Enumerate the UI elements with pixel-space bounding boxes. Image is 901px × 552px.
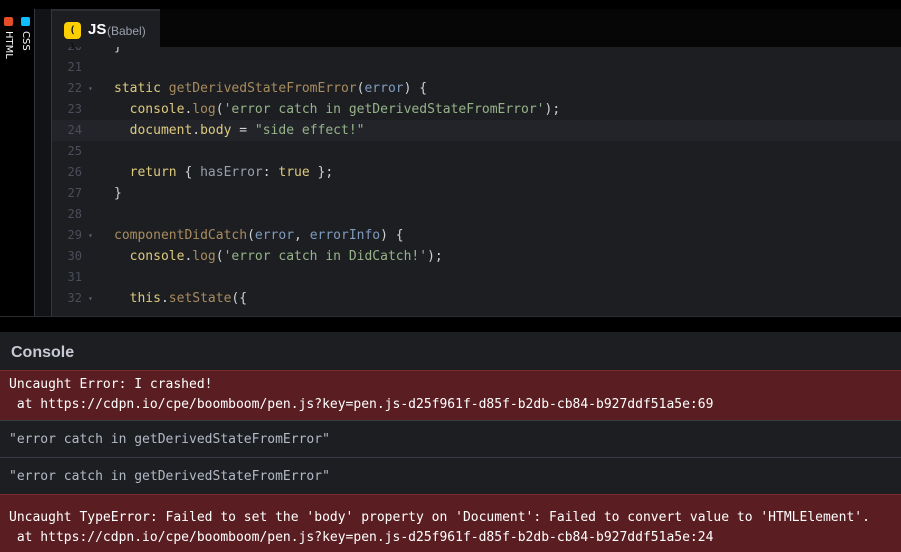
- param-token: error: [254, 228, 295, 243]
- string-token: 'error catch in DidCatch!': [223, 249, 428, 264]
- code-line[interactable]: 25: [52, 141, 901, 162]
- function-name-token: getDerivedStateFromError: [168, 81, 357, 96]
- code-line[interactable]: 24 document.body = "side effect!": [52, 120, 901, 141]
- string-token: "side effect!": [254, 123, 365, 138]
- method-token: log: [192, 102, 216, 117]
- line-number: 26: [67, 165, 82, 179]
- line-text: static getDerivedStateFromError(error) {: [114, 81, 428, 96]
- line-text: }: [114, 47, 122, 57]
- code-line[interactable]: 29 ▾ componentDidCatch(error, errorInfo) {: [52, 225, 901, 246]
- html-panel-tab[interactable]: HTML: [0, 9, 18, 316]
- param-token: errorInfo: [309, 228, 381, 243]
- identifier-token: console: [129, 249, 185, 264]
- line-number: 28: [67, 207, 82, 221]
- css-panel-tab[interactable]: CSS: [17, 9, 35, 316]
- html-icon: [4, 17, 13, 26]
- code-line[interactable]: 30 console.log('error catch in DidCatch!…: [52, 246, 901, 267]
- console-message: "error catch in getDerivedStateFromError…: [9, 469, 330, 484]
- code-line[interactable]: 27}: [52, 183, 901, 204]
- line-text: return { hasError: true };: [129, 165, 334, 180]
- method-token: setState: [168, 291, 232, 306]
- code-line[interactable]: 26 return { hasError: true };: [52, 162, 901, 183]
- console-error-entry: Uncaught Error: I crashed! at https://cd…: [0, 370, 901, 420]
- top-bar: [0, 0, 901, 9]
- line-text: }: [114, 183, 122, 204]
- identifier-token: console: [129, 102, 185, 117]
- console-log-entry: "error catch in getDerivedStateFromError…: [0, 457, 901, 494]
- line-text: componentDidCatch(error, errorInfo) {: [114, 228, 404, 243]
- param-token: error: [364, 81, 404, 96]
- js-tab-sublabel: (Babel): [107, 24, 146, 38]
- line-number: 25: [67, 144, 82, 158]
- line-number: 21: [67, 60, 82, 74]
- fold-arrow-icon[interactable]: ▾: [88, 225, 93, 246]
- code-token: }: [114, 47, 122, 54]
- console-stack-link[interactable]: at https://cdpn.io/cpe/boomboom/pen.js?k…: [9, 395, 892, 415]
- fold-arrow-icon[interactable]: ▾: [88, 288, 93, 309]
- console-panel: Console Uncaught Error: I crashed! at ht…: [0, 332, 901, 552]
- line-number: 24: [67, 123, 82, 137]
- keyword-token: static: [114, 81, 161, 96]
- line-number: 27: [67, 186, 82, 200]
- code-line[interactable]: 31: [52, 267, 901, 288]
- code-line[interactable]: 21: [52, 57, 901, 78]
- identifier-token: document: [129, 123, 193, 138]
- line-number: 20: [52, 47, 82, 57]
- collapsed-panels: HTML CSS: [0, 9, 52, 316]
- console-title: Console: [11, 344, 75, 361]
- code-line[interactable]: 22 ▾ static getDerivedStateFromError(error…: [52, 78, 901, 99]
- line-number: 23: [67, 102, 82, 116]
- property-token: body: [200, 123, 232, 138]
- line-text: console.log('error catch in getDerivedSt…: [129, 102, 561, 117]
- string-token: 'error catch in getDerivedStateFromError…: [223, 102, 545, 117]
- console-message: "error catch in getDerivedStateFromError…: [9, 432, 330, 447]
- js-tab[interactable]: ( ) JS (Babel): [52, 9, 160, 53]
- panel-resizer[interactable]: [35, 9, 52, 316]
- fold-arrow-icon[interactable]: ▾: [88, 78, 93, 99]
- line-number: 32: [67, 291, 82, 305]
- method-token: log: [192, 249, 216, 264]
- js-tab-label: JS: [88, 21, 107, 38]
- js-editor[interactable]: ( ) JS (Babel) 20} 21 22 ▾ static getDerived…: [52, 9, 901, 316]
- console-message: Uncaught Error: I crashed!: [9, 377, 213, 392]
- line-number: 30: [67, 249, 82, 263]
- code-line[interactable]: 20}: [52, 47, 901, 57]
- css-icon: [21, 17, 30, 26]
- line-number: 22: [67, 81, 82, 95]
- line-number: 31: [67, 270, 82, 284]
- code-area[interactable]: 20} 21 22 ▾ static getDerivedStateFromError(…: [52, 47, 901, 316]
- line-text: document.body = "side effect!": [129, 123, 365, 138]
- code-line[interactable]: 32 ▾ this.setState({: [52, 288, 901, 309]
- boolean-token: true: [278, 165, 310, 180]
- code-token: }: [114, 186, 122, 201]
- babel-js-icon: ( ): [64, 22, 81, 53]
- console-error-entry: Uncaught TypeError: Failed to set the 'b…: [0, 494, 901, 552]
- line-text: this.setState({: [129, 291, 248, 306]
- console-divider[interactable]: [0, 316, 901, 333]
- code-line[interactable]: 23 console.log('error catch in getDerive…: [52, 99, 901, 120]
- console-stack-link[interactable]: at https://cdpn.io/cpe/boomboom/pen.js?k…: [9, 528, 892, 548]
- keyword-token: return: [129, 165, 177, 180]
- console-log-entry: "error catch in getDerivedStateFromError…: [0, 420, 901, 457]
- property-token: hasError: [200, 165, 263, 180]
- line-number: 29: [67, 228, 82, 242]
- html-tab-label: HTML: [3, 31, 14, 59]
- keyword-token: this: [129, 291, 161, 306]
- function-name-token: componentDidCatch: [114, 228, 248, 243]
- line-text: console.log('error catch in DidCatch!');: [129, 249, 443, 264]
- css-tab-label: CSS: [20, 31, 31, 51]
- code-line[interactable]: 28: [52, 204, 901, 225]
- editor-tab-bar: ( ) JS (Babel): [52, 9, 901, 53]
- console-message: Uncaught TypeError: Failed to set the 'b…: [9, 510, 870, 525]
